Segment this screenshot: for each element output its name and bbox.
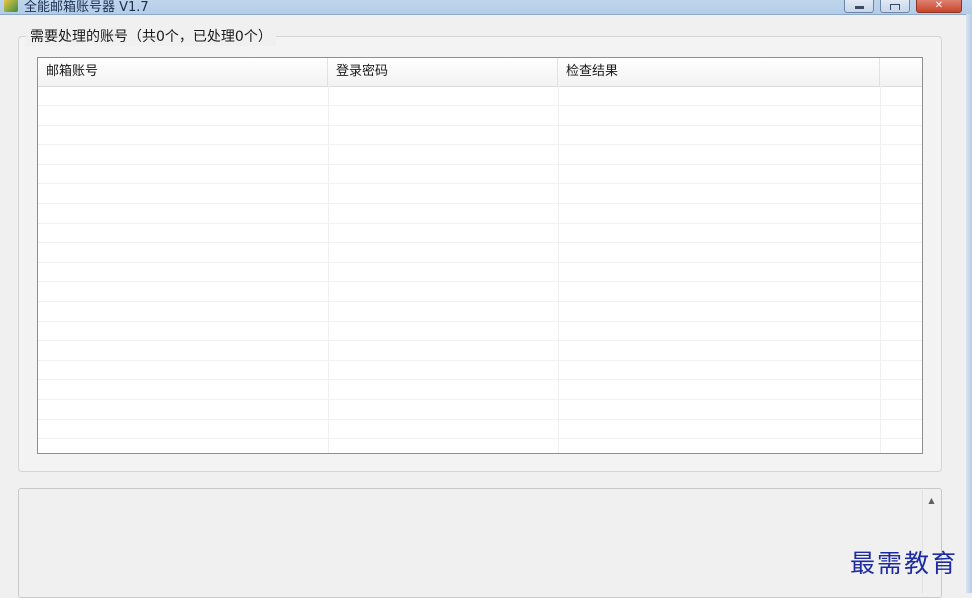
close-icon: ✕ [934,0,944,11]
row-gridline [38,281,922,283]
row-gridline [38,301,922,302]
row-gridline [38,359,922,361]
column-header-email[interactable]: 邮箱账号 [38,58,328,86]
column-header-password[interactable]: 登录密码 [328,58,558,86]
row-gridline [38,320,922,322]
listview-header: 邮箱账号 登录密码 检查结果 [38,58,922,87]
minimize-button[interactable] [844,0,874,13]
row-gridline [38,418,922,420]
window-frame-right [966,14,972,593]
column-header-filler [880,58,922,86]
row-gridline [38,144,922,146]
row-gridline [38,379,922,381]
listview-body[interactable] [38,86,922,453]
row-gridline [38,105,922,106]
scroll-up-icon[interactable]: ▲ [923,494,940,506]
maximize-button[interactable] [880,0,910,13]
log-textarea[interactable] [18,488,942,598]
column-divider [880,86,881,453]
column-header-result[interactable]: 检查结果 [558,58,880,86]
column-divider [328,86,329,453]
row-gridline [38,438,922,440]
column-divider [558,86,559,453]
row-gridline [38,203,922,204]
accounts-group-legend: 需要处理的账号（共0个，已处理0个） [26,26,276,46]
maximize-icon [890,4,900,10]
row-gridline [38,222,922,224]
row-gridline [38,261,922,263]
row-gridline [38,124,922,126]
minimize-icon [854,6,864,9]
row-gridline [38,242,922,244]
row-gridline [38,399,922,400]
row-gridline [38,183,922,185]
window-title: 全能邮箱账号器 V1.7 [24,0,149,15]
app-icon [4,0,18,12]
title-bar[interactable]: 全能邮箱账号器 V1.7 ✕ [0,0,972,15]
close-button[interactable]: ✕ [916,0,962,13]
watermark-logo: 最需教育 [850,549,959,578]
accounts-listview[interactable]: 邮箱账号 登录密码 检查结果 [37,57,923,454]
row-gridline [38,340,922,342]
row-gridline [38,163,922,165]
